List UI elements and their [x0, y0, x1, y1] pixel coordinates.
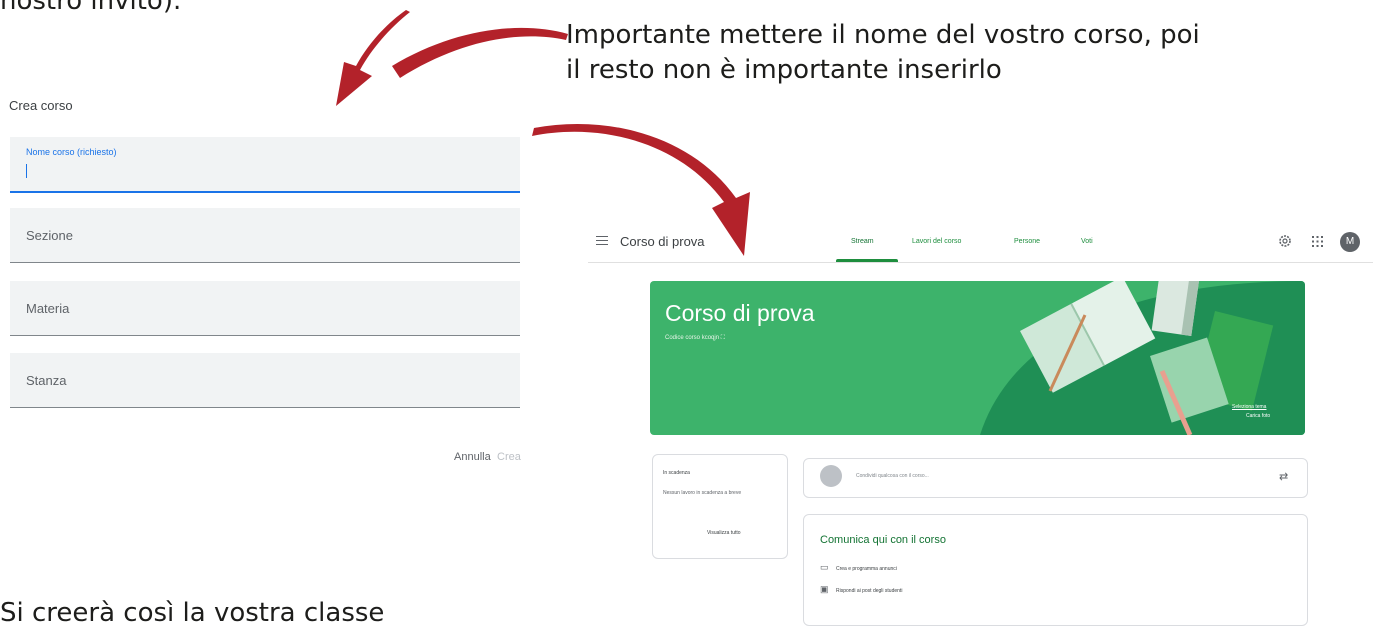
caption-line-2: il resto non è importante inserirlo	[566, 55, 1002, 85]
arrow-right	[532, 123, 750, 256]
banner-course-title: Corso di prova	[665, 300, 815, 326]
course-name-field[interactable]: Nome corso (richiesto)	[10, 137, 520, 193]
create-button[interactable]: Crea	[497, 451, 521, 463]
document-text-top: nostro invito).	[0, 0, 182, 16]
course-code: Codice corso kcoqjn ⛶	[665, 335, 725, 342]
communicate-item: Rispondi ai post degli studenti	[836, 588, 903, 594]
apps-grid-icon[interactable]	[1312, 236, 1323, 247]
share-placeholder[interactable]: Condividi qualcosa con il corso...	[856, 473, 929, 479]
fullscreen-icon[interactable]: ⛶	[721, 335, 725, 341]
upload-photo-link[interactable]: Carica foto	[1246, 413, 1270, 419]
caption: Importante mettere il nome del vostro co…	[566, 18, 1366, 88]
tab-people[interactable]: Persone	[1014, 238, 1040, 245]
section-field[interactable]: Sezione	[10, 208, 520, 263]
reply-icon: ▣	[820, 584, 829, 594]
avatar[interactable]: M	[1340, 232, 1360, 252]
repost-icon[interactable]: ⇄	[1279, 470, 1288, 483]
select-theme-link[interactable]: Seleziona tema	[1232, 404, 1266, 410]
caption-line-1: Importante mettere il nome del vostro co…	[566, 20, 1200, 50]
tab-stream[interactable]: Stream	[851, 238, 874, 245]
tab-grades[interactable]: Voti	[1081, 238, 1093, 245]
active-tab-indicator	[836, 259, 898, 262]
subject-label: Materia	[26, 301, 70, 316]
dialog-title: Crea corso	[9, 98, 73, 113]
document-text-bottom: Si creerà così la vostra classe	[0, 598, 385, 628]
subject-field[interactable]: Materia	[10, 281, 520, 336]
course-name-label: Nome corso (richiesto)	[26, 147, 117, 157]
view-all-link[interactable]: Visualizza tutto	[707, 530, 741, 536]
course-code-label: Codice corso	[665, 335, 701, 341]
arrow-left-shaft	[392, 27, 568, 78]
communicate-title: Comunica qui con il corso	[820, 534, 946, 546]
tab-classwork[interactable]: Lavori del corso	[912, 238, 961, 245]
user-avatar	[820, 465, 842, 487]
gear-icon[interactable]	[1278, 234, 1292, 248]
room-field[interactable]: Stanza	[10, 353, 520, 408]
upcoming-title: In scadenza	[663, 470, 690, 476]
section-label: Sezione	[26, 228, 73, 243]
course-code-value: kcoqjn	[701, 335, 720, 341]
communicate-item: Crea e programma annunci	[836, 566, 897, 572]
upcoming-text: Nessun lavoro in scadenza a breve	[663, 490, 742, 496]
room-label: Stanza	[26, 373, 67, 388]
announcement-icon: ▭	[820, 562, 829, 572]
cancel-button[interactable]: Annulla	[454, 451, 491, 463]
text-cursor	[26, 164, 27, 178]
